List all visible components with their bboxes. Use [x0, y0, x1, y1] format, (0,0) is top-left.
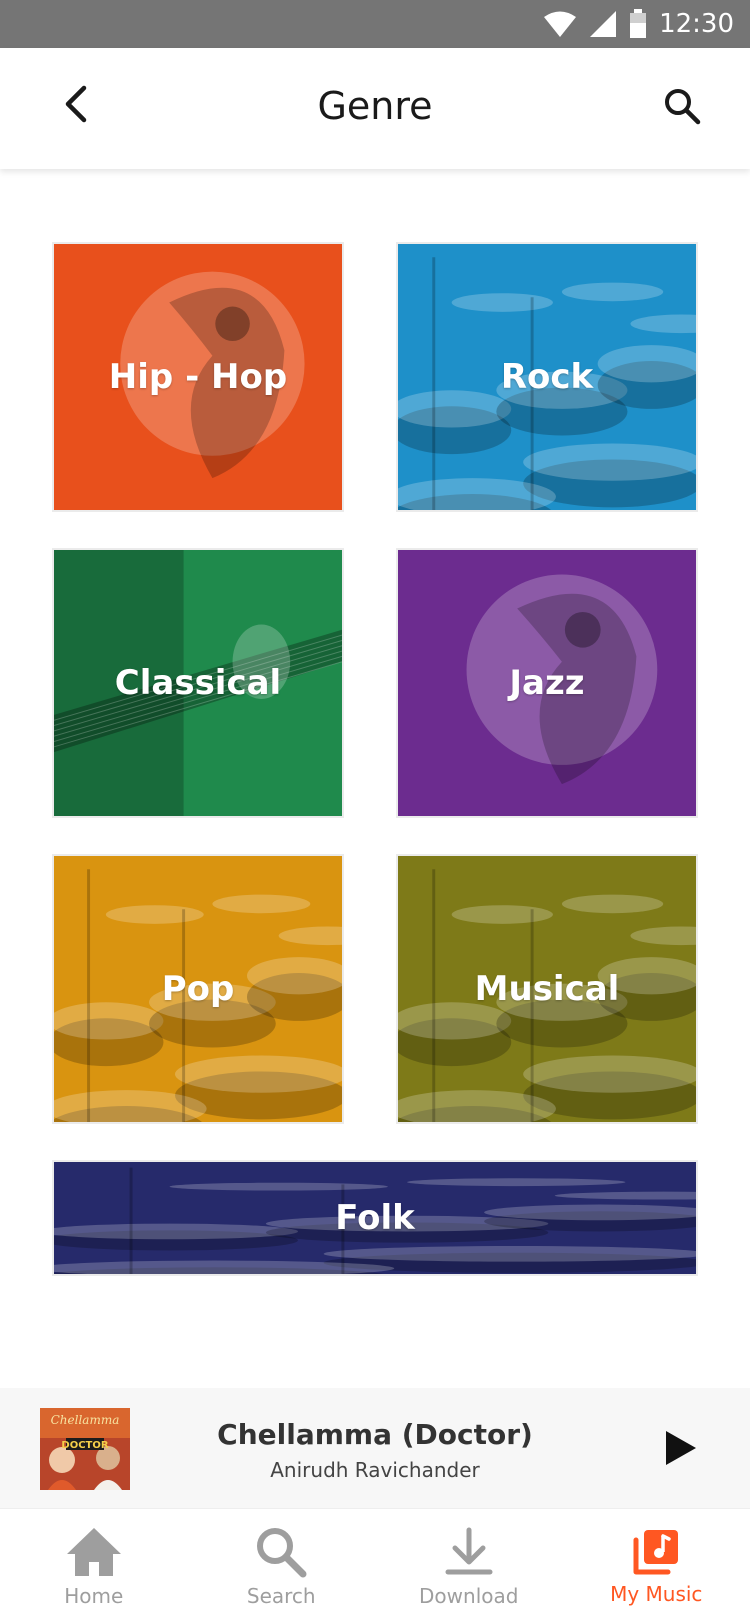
- page-title: Genre: [317, 84, 433, 128]
- genre-label: Musical: [474, 969, 620, 1009]
- status-icons: 12:30: [543, 0, 734, 48]
- album-art[interactable]: Chellamma DOCTOR: [40, 1408, 130, 1490]
- nav-download[interactable]: Download: [375, 1509, 563, 1624]
- genre-tile-pop[interactable]: Pop: [52, 854, 344, 1124]
- home-icon: [66, 1527, 121, 1576]
- genre-tile-hip-hop[interactable]: Hip - Hop: [52, 242, 344, 512]
- nav-home[interactable]: Home: [0, 1509, 188, 1624]
- album-art-text-title: Chellamma: [51, 1413, 120, 1427]
- nav-download-label: Download: [419, 1583, 519, 1608]
- search-icon: [257, 1527, 307, 1577]
- cellular-signal-icon: [590, 11, 617, 37]
- genre-label: Hip - Hop: [108, 357, 288, 397]
- header-search-button[interactable]: [654, 78, 710, 134]
- genre-tile-folk[interactable]: Folk: [52, 1160, 698, 1276]
- music-library-icon: [633, 1529, 679, 1574]
- nav-search-label: Search: [246, 1583, 316, 1608]
- search-icon: [665, 89, 701, 125]
- app-bar: Genre: [0, 48, 750, 169]
- mini-player[interactable]: Chellamma DOCTOR Chellamma (Doctor) Anir…: [0, 1388, 750, 1508]
- genre-label: Jazz: [509, 663, 585, 703]
- nav-home-label: Home: [64, 1583, 124, 1608]
- track-artist: Anirudh Ravichander: [270, 1458, 480, 1482]
- bottom-nav: Home Search Download My Music: [0, 1508, 750, 1624]
- album-art-text-logo: DOCTOR: [61, 1440, 108, 1451]
- genre-tile-classical[interactable]: Classical: [52, 548, 344, 818]
- genre-label: Rock: [500, 357, 594, 397]
- album-art-image: Chellamma DOCTOR: [40, 1408, 130, 1490]
- nav-search[interactable]: Search: [188, 1509, 376, 1624]
- track-title: Chellamma (Doctor): [217, 1418, 533, 1451]
- wifi-icon: [544, 11, 577, 37]
- battery-icon: [630, 9, 647, 38]
- genre-label: Folk: [335, 1198, 415, 1238]
- play-button[interactable]: [660, 1428, 700, 1468]
- genre-tile-jazz[interactable]: Jazz: [396, 548, 698, 818]
- download-icon: [445, 1527, 493, 1574]
- genre-label: Classical: [114, 663, 282, 703]
- genre-tile-musical[interactable]: Musical: [396, 854, 698, 1124]
- status-time: 12:30: [659, 9, 734, 39]
- nav-my-music-label: My Music: [610, 1581, 703, 1606]
- nav-my-music[interactable]: My Music: [563, 1509, 750, 1624]
- play-icon: [666, 1431, 696, 1465]
- genre-label: Pop: [161, 969, 235, 1009]
- genre-tile-rock[interactable]: Rock: [396, 242, 698, 512]
- status-bar: 12:30: [0, 0, 750, 48]
